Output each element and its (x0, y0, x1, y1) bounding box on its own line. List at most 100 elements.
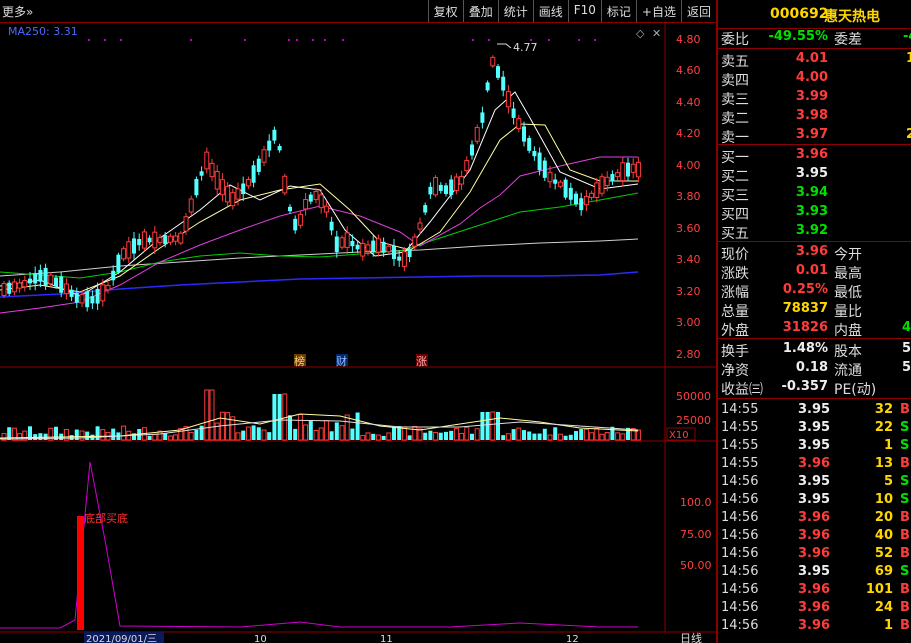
volume-bar (334, 422, 339, 440)
candle-body (397, 256, 402, 261)
tick-volume: 24 (874, 600, 893, 615)
candle-body (199, 171, 204, 176)
candle-body (350, 240, 355, 247)
tick-volume: 1 (883, 618, 893, 633)
date-label: 10 (254, 634, 267, 643)
candle-body (59, 276, 64, 293)
candle-body (574, 193, 578, 205)
indicator-tick: 75.00 (680, 528, 712, 541)
tick-volume: 10 (874, 492, 893, 507)
add-watchlist-button[interactable]: +自选 (635, 0, 681, 22)
back-button[interactable]: 返回 (680, 0, 716, 22)
ma-dot (104, 39, 106, 41)
tick-volume: 22 (874, 420, 893, 435)
overlay-button[interactable]: 叠加 (462, 0, 498, 22)
volume-bar (485, 412, 490, 440)
volume-bar (505, 433, 511, 441)
volume-bar (459, 432, 465, 441)
price-tick: 3.60 (676, 222, 701, 235)
candle-body (54, 277, 58, 287)
tick-volume: 13 (874, 456, 893, 471)
statistics-button[interactable]: 统计 (497, 0, 533, 22)
diamond-icon[interactable]: ◇ (636, 27, 645, 40)
mark-button[interactable]: 标记 (600, 0, 636, 22)
candle-body (277, 146, 282, 151)
candle-body (501, 76, 506, 91)
stat2-value: 0.18 (795, 360, 828, 375)
candle-body (599, 176, 605, 194)
candle-body (288, 206, 292, 212)
f10-button[interactable]: F10 (567, 0, 601, 22)
price-tick: 4.20 (676, 127, 701, 140)
tick-time: 14:56 (721, 600, 759, 615)
tick-time: 14:55 (721, 420, 759, 435)
stat-label: 总量 (721, 304, 749, 320)
tick-side: S (900, 438, 910, 453)
volume-bar (288, 415, 292, 440)
tick-price: 3.96 (798, 618, 831, 633)
ask-row: 卖三 3.99 (718, 88, 911, 108)
weibi-row: 委比 -49.55% 委差 -4 (718, 28, 911, 48)
tick-row: 14:56 3.96 1 B (718, 617, 911, 635)
candle-body (230, 192, 236, 207)
stat-value: 3.96 (795, 244, 828, 259)
close-icon[interactable]: ✕ (652, 27, 661, 40)
volume-bar (251, 425, 256, 440)
volume-bar (214, 422, 220, 441)
volume-bar (594, 427, 600, 441)
volume-bar (241, 430, 246, 440)
candle-body (553, 179, 558, 184)
ask-label: 卖四 (721, 73, 749, 89)
stock-code: 000692 (770, 6, 829, 22)
candle-body (152, 231, 158, 249)
bid-label: 买二 (721, 169, 749, 185)
more-menu[interactable]: 更多» (2, 3, 33, 20)
candle-body (293, 218, 298, 231)
stat-row: 涨跌 0.01 最高 (718, 262, 911, 282)
indicator-tick: 50.00 (680, 559, 712, 572)
candle-body (116, 254, 121, 273)
stat-row: 总量 78837 量比 (718, 300, 911, 320)
tick-price: 3.96 (798, 582, 831, 597)
candle-body (126, 241, 132, 259)
volume-bar (444, 431, 448, 440)
volume-bar (308, 421, 313, 440)
candle-body (241, 183, 246, 195)
volume-bar (464, 426, 470, 441)
candle-body (568, 187, 573, 200)
volume-bar (417, 428, 423, 441)
ask-label: 卖二 (721, 111, 749, 127)
candle-body (204, 151, 210, 170)
candle-body (480, 112, 485, 123)
stat-row: 外盘 31826 内盘 47 (718, 319, 911, 339)
volume-bar (375, 434, 381, 441)
restore-rights-button[interactable]: 复权 (427, 0, 463, 22)
candle-body (505, 91, 511, 108)
ma5-line (0, 91, 639, 297)
candle-body (604, 176, 610, 186)
bid-row: 买三 3.94 (718, 184, 911, 204)
tick-volume: 69 (874, 564, 893, 579)
candle-body (147, 237, 152, 243)
candle-body (225, 185, 231, 203)
kline-chart[interactable]: MA250: 3.31 ◇ ✕ 4.80 4.60 4.40 4.20 4.00… (0, 22, 716, 643)
tick-volume: 101 (865, 582, 893, 597)
candle-body (1, 283, 7, 296)
candle-body (22, 279, 28, 288)
ask-row: 卖二 3.98 (718, 107, 911, 127)
candle-body (17, 282, 23, 289)
volume-bar (579, 429, 584, 440)
tick-row: 14:56 3.95 69 S (718, 563, 911, 581)
volume-bar (490, 411, 496, 441)
tick-time: 14:56 (721, 492, 759, 507)
candle-body (527, 137, 532, 151)
draw-line-button[interactable]: 画线 (532, 0, 568, 22)
tick-price: 3.95 (798, 492, 831, 507)
volume-tick: 25000 (676, 414, 711, 427)
volume-bar (635, 429, 641, 441)
price-tick: 4.00 (676, 159, 701, 172)
period-label[interactable]: 日线 (680, 631, 702, 643)
ma-dot (594, 39, 596, 41)
ma-dot (342, 39, 344, 41)
volume-bar (423, 432, 428, 440)
